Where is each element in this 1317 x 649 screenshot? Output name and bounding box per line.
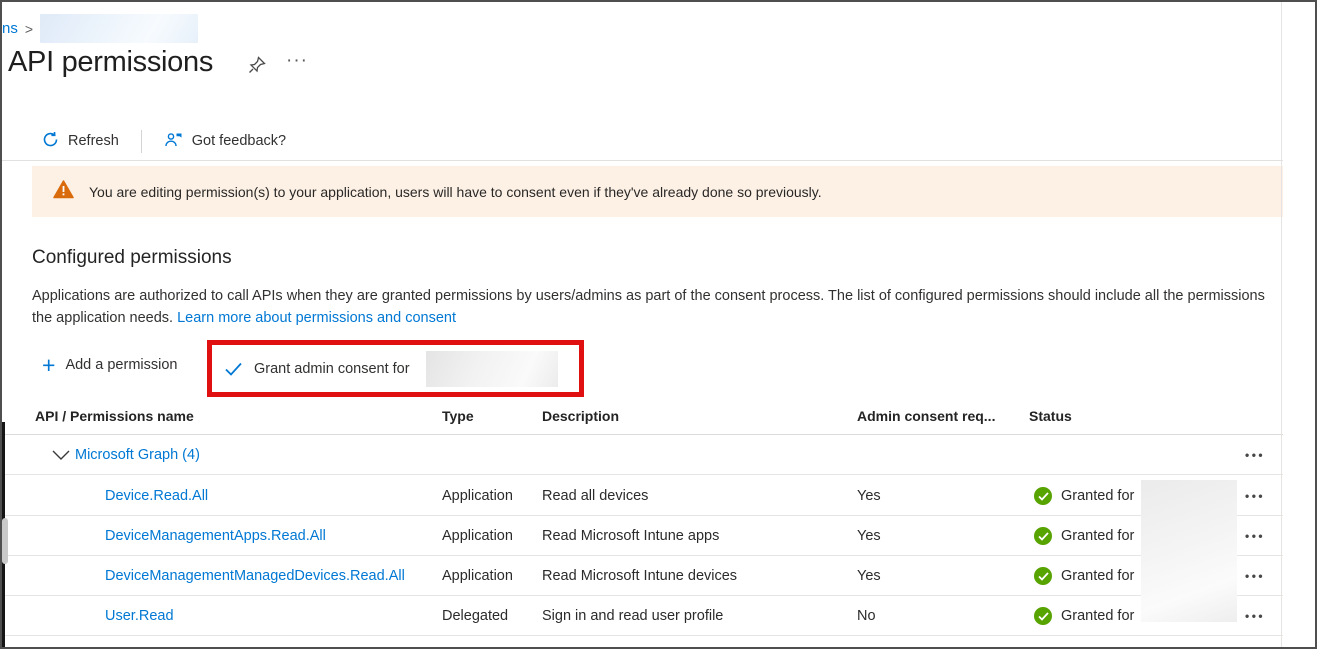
section-heading: Configured permissions xyxy=(32,247,232,269)
admin-consent-cell: Yes xyxy=(857,516,881,556)
admin-consent-cell: Yes xyxy=(857,556,881,596)
warning-banner: You are editing permission(s) to your ap… xyxy=(32,166,1283,217)
permission-link[interactable]: Device.Read.All xyxy=(105,476,208,516)
check-icon xyxy=(224,361,243,377)
permission-link[interactable]: User.Read xyxy=(105,596,174,636)
column-header-admin-consent[interactable]: Admin consent req... xyxy=(857,398,995,435)
status-success-icon xyxy=(1034,487,1052,505)
add-permission-label: Add a permission xyxy=(65,357,177,373)
admin-consent-cell: Yes xyxy=(857,476,881,516)
redacted-tenant-names-overlay xyxy=(1141,480,1237,622)
column-header-status[interactable]: Status xyxy=(1029,398,1072,435)
status-success-icon xyxy=(1034,527,1052,545)
table-row: DeviceManagementApps.Read.All Applicatio… xyxy=(2,516,1283,556)
warning-message: You are editing permission(s) to your ap… xyxy=(89,184,822,200)
refresh-label: Refresh xyxy=(68,133,119,149)
table-row: User.Read Delegated Sign in and read use… xyxy=(2,596,1283,636)
column-header-description[interactable]: Description xyxy=(542,398,619,435)
refresh-button[interactable]: Refresh xyxy=(42,131,119,152)
feedback-label: Got feedback? xyxy=(192,133,286,149)
toolbar-divider xyxy=(141,130,142,153)
status-label: Granted for xyxy=(1061,516,1134,556)
redacted-tenant-name xyxy=(426,351,558,387)
api-permissions-page: ns > API permissions ··· Refresh xyxy=(0,0,1317,649)
status-label: Granted for xyxy=(1061,596,1134,636)
breadcrumb-separator-icon: > xyxy=(25,21,33,37)
status-label: Granted for xyxy=(1061,476,1134,516)
status-label: Granted for xyxy=(1061,556,1134,596)
scrollbar-thumb[interactable] xyxy=(2,518,8,564)
description-cell: Read Microsoft Intune devices xyxy=(542,556,737,596)
learn-more-link[interactable]: Learn more about permissions and consent xyxy=(177,310,456,326)
description-cell: Read Microsoft Intune apps xyxy=(542,516,719,556)
column-header-name[interactable]: API / Permissions name xyxy=(35,398,194,435)
warning-icon xyxy=(53,180,74,204)
admin-consent-cell: No xyxy=(857,596,876,636)
row-menu-icon[interactable]: ••• xyxy=(1245,516,1265,556)
table-row: Device.Read.All Application Read all dev… xyxy=(2,476,1283,516)
status-cell: Granted for xyxy=(1034,476,1134,516)
title-more-icon[interactable]: ··· xyxy=(286,50,308,72)
refresh-icon xyxy=(42,131,59,152)
type-cell: Delegated xyxy=(442,596,508,636)
row-menu-icon[interactable]: ••• xyxy=(1245,476,1265,516)
status-cell: Granted for xyxy=(1034,556,1134,596)
breadcrumb: ns > xyxy=(2,14,198,43)
content-right-rule xyxy=(1281,2,1282,647)
status-cell: Granted for xyxy=(1034,516,1134,556)
description-cell: Sign in and read user profile xyxy=(542,596,723,636)
type-cell: Application xyxy=(442,556,513,596)
table-row: DeviceManagementManagedDevices.Read.All … xyxy=(2,556,1283,596)
status-cell: Granted for xyxy=(1034,596,1134,636)
page-title: API permissions xyxy=(8,46,213,79)
toolbar-rule xyxy=(2,160,1283,161)
description-cell: Read all devices xyxy=(542,476,648,516)
column-header-type[interactable]: Type xyxy=(442,398,474,435)
group-link[interactable]: Microsoft Graph (4) xyxy=(75,435,200,475)
row-menu-icon[interactable]: ••• xyxy=(1245,556,1265,596)
permission-link[interactable]: DeviceManagementManagedDevices.Read.All xyxy=(105,556,405,596)
add-permission-button[interactable]: + Add a permission xyxy=(42,355,177,375)
status-success-icon xyxy=(1034,567,1052,585)
table-header: API / Permissions name Type Description … xyxy=(2,398,1283,435)
type-cell: Application xyxy=(442,516,513,556)
breadcrumb-link[interactable]: ns xyxy=(2,20,18,37)
feedback-icon xyxy=(164,131,183,152)
command-bar: Refresh Got feedback? xyxy=(42,126,286,156)
permission-link[interactable]: DeviceManagementApps.Read.All xyxy=(105,516,326,556)
row-menu-icon[interactable]: ••• xyxy=(1245,435,1265,475)
status-success-icon xyxy=(1034,607,1052,625)
grant-admin-consent-button[interactable]: Grant admin consent for xyxy=(254,361,410,377)
redacted-app-name xyxy=(40,14,198,43)
section-description: Applications are authorized to call APIs… xyxy=(32,285,1280,329)
pin-icon[interactable] xyxy=(247,55,267,80)
feedback-button[interactable]: Got feedback? xyxy=(164,131,286,152)
chevron-down-icon[interactable] xyxy=(52,448,70,466)
grant-admin-consent-highlight: Grant admin consent for xyxy=(207,340,584,397)
plus-icon: + xyxy=(42,355,55,375)
row-menu-icon[interactable]: ••• xyxy=(1245,596,1265,636)
type-cell: Application xyxy=(442,476,513,516)
group-row-microsoft-graph: Microsoft Graph (4) ••• xyxy=(2,435,1283,475)
